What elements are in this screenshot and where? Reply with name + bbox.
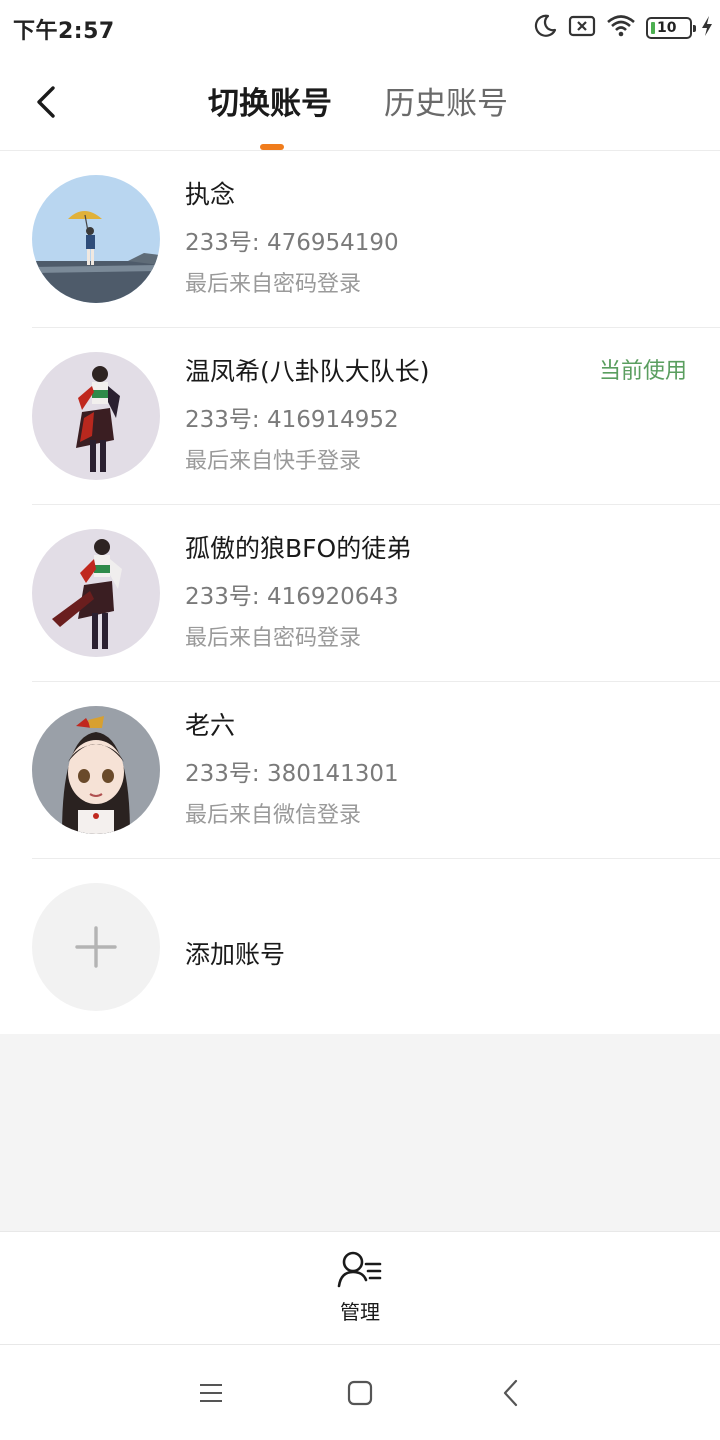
tab-switch-account[interactable]: 切换账号: [208, 84, 332, 124]
account-id: 233号: 380141301: [185, 761, 399, 787]
account-last-login: 最后来自密码登录: [185, 272, 362, 297]
status-time: 下午2:57: [13, 19, 115, 44]
avatar: [32, 529, 160, 657]
charging-bolt-icon: [700, 15, 714, 41]
back-button[interactable]: [26, 80, 66, 124]
system-back-button[interactable]: [491, 1375, 531, 1411]
empty-area: [0, 1034, 720, 1231]
menu-icon: [200, 1384, 222, 1402]
status-icons: 10: [522, 13, 714, 43]
battery-icon: 10: [646, 17, 696, 39]
tab-history-account[interactable]: 历史账号: [384, 84, 508, 124]
back-chevron-icon: [503, 1379, 518, 1407]
moon-icon: [532, 13, 558, 43]
status-bar: 下午2:57 10: [0, 0, 720, 56]
account-name: 执念: [185, 180, 236, 209]
bottom-bar: 管理: [0, 1231, 720, 1345]
account-item-current[interactable]: 温凤希(八卦队大队长) 当前使用 233号: 416914952 最后来自快手登…: [0, 328, 720, 505]
manage-label: 管理: [340, 1300, 380, 1324]
avatar: [32, 706, 160, 834]
chevron-left-icon: [37, 86, 55, 118]
manage-button[interactable]: 管理: [320, 1250, 400, 1330]
home-square-icon: [347, 1380, 373, 1406]
plus-icon: [75, 926, 117, 968]
account-last-login: 最后来自快手登录: [185, 449, 362, 474]
add-account-button[interactable]: [32, 883, 160, 1011]
top-nav: 切换账号 历史账号: [0, 56, 720, 151]
account-item[interactable]: 老六 233号: 380141301 最后来自微信登录: [0, 682, 720, 859]
account-id: 233号: 416920643: [185, 584, 399, 610]
add-account-label: 添加账号: [185, 940, 286, 969]
avatar: [32, 352, 160, 480]
no-sim-icon: [568, 14, 596, 42]
user-manage-icon: [337, 1251, 382, 1288]
add-account-item[interactable]: 添加账号: [0, 859, 720, 1035]
current-account-badge: 当前使用: [598, 359, 687, 384]
account-name: 老六: [185, 711, 236, 740]
account-last-login: 最后来自微信登录: [185, 803, 362, 828]
menu-button[interactable]: [191, 1375, 231, 1411]
system-navigation-bar: [0, 1345, 720, 1440]
avatar: [32, 175, 160, 303]
account-name: 温凤希(八卦队大队长): [185, 357, 430, 386]
home-button[interactable]: [340, 1375, 380, 1411]
account-id: 233号: 416914952: [185, 407, 399, 433]
account-item[interactable]: 孤傲的狼BFO的徒弟 233号: 416920643 最后来自密码登录: [0, 505, 720, 682]
wifi-icon: [606, 13, 636, 43]
account-item[interactable]: 执念 233号: 476954190 最后来自密码登录: [0, 151, 720, 328]
account-id: 233号: 476954190: [185, 230, 399, 256]
account-list: 执念 233号: 476954190 最后来自密码登录 温凤希(八卦队大队长) …: [0, 151, 720, 1035]
account-last-login: 最后来自密码登录: [185, 626, 362, 651]
account-name: 孤傲的狼BFO的徒弟: [185, 534, 412, 563]
active-tab-indicator: [260, 144, 284, 150]
battery-level: 10: [657, 20, 677, 36]
